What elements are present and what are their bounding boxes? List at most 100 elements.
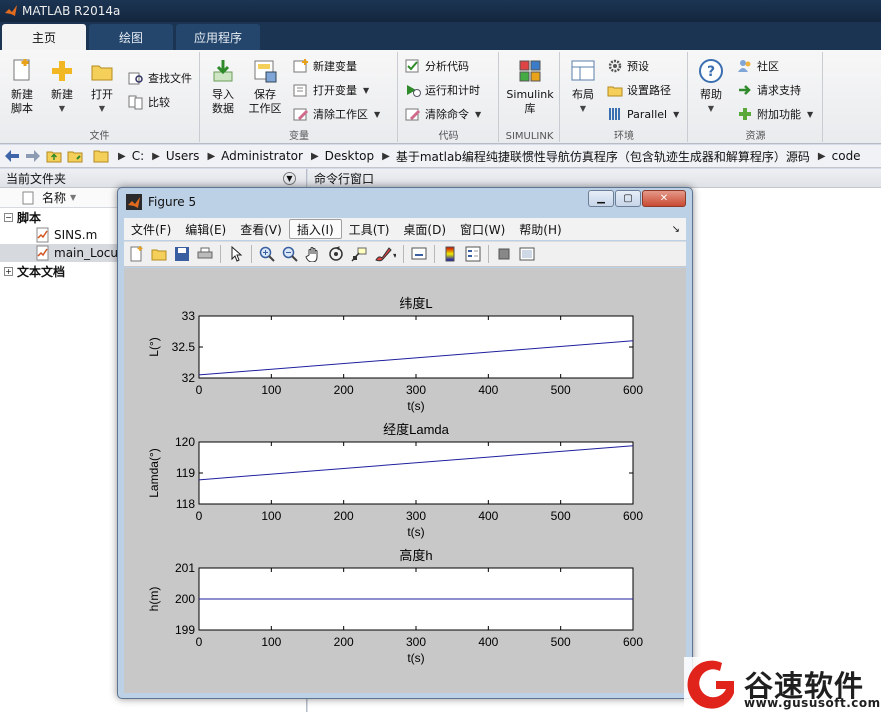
brush-button[interactable]: ▾ [374, 246, 396, 262]
breadcrumb-users[interactable]: Users [166, 149, 200, 163]
collapse-icon[interactable]: − [4, 212, 13, 222]
help-label: 帮助 [700, 88, 722, 101]
subplot-title: 高度h [399, 548, 432, 563]
hide-tools-icon [498, 248, 510, 260]
breadcrumb-code[interactable]: code [832, 149, 861, 163]
legend-button[interactable] [465, 246, 481, 262]
x-tick-label: 300 [406, 509, 426, 523]
preferences-button[interactable]: 预设 [607, 56, 649, 76]
y-tick-label: 201 [175, 561, 195, 575]
menu-desktop[interactable]: 桌面(D) [396, 219, 453, 239]
add-ons-button[interactable]: 附加功能 ▼ [737, 104, 813, 124]
x-tick-label: 400 [478, 383, 498, 397]
up-folder-button[interactable] [45, 147, 63, 165]
y-axis-label: h(m) [147, 587, 161, 612]
new-figure-button[interactable] [128, 246, 144, 262]
menu-help[interactable]: 帮助(H) [512, 219, 568, 239]
hide-plot-tools-button[interactable] [496, 246, 512, 262]
panel-options-icon[interactable]: ▼ [283, 172, 296, 185]
new-script-button[interactable]: 新建 脚本 [4, 58, 40, 116]
menu-tools[interactable]: 工具(T) [342, 219, 397, 239]
menu-file[interactable]: 文件(F) [124, 219, 178, 239]
menu-view[interactable]: 查看(V) [233, 219, 289, 239]
zoom-in-button[interactable] [259, 246, 275, 262]
analyze-code-button[interactable]: 分析代码 [405, 56, 469, 76]
breadcrumb-project[interactable]: 基于matlab编程纯捷联惯性导航仿真程序（包含轨迹生成器和解算程序）源码 [396, 148, 810, 165]
close-button[interactable]: ✕ [642, 190, 686, 207]
toolbar-separator [220, 245, 221, 263]
layout-button[interactable]: 布局 ▼ [565, 58, 601, 116]
m-file-icon [36, 245, 49, 261]
open-file-button[interactable] [151, 246, 167, 262]
open-variable-label: 打开变量 [313, 84, 357, 97]
compare-label: 比较 [148, 96, 170, 109]
app-titlebar: MATLAB R2014a [0, 0, 881, 22]
browse-folder-button[interactable] [66, 147, 84, 165]
x-tick-label: 0 [196, 509, 203, 523]
figure-titlebar[interactable]: Figure 5 ▁ ▢ ✕ [118, 188, 692, 216]
new-variable-icon [293, 59, 308, 73]
forward-button[interactable] [24, 147, 42, 165]
colorbar-icon [445, 246, 455, 262]
save-workspace-button[interactable]: 保存 工作区 [245, 58, 285, 116]
find-files-button[interactable]: 查找文件 [128, 68, 192, 88]
chevron-down-icon: ▼ [363, 85, 370, 95]
simulink-library-button[interactable]: Simulink 库 [504, 58, 556, 116]
link-plot-button[interactable] [411, 246, 427, 262]
pan-button[interactable] [305, 246, 321, 262]
save-workspace-icon [254, 60, 277, 83]
edit-plot-button[interactable] [228, 246, 244, 262]
breadcrumb-administrator[interactable]: Administrator [221, 149, 303, 163]
run-and-time-button[interactable]: 运行和计时 [405, 80, 480, 100]
rotate-button[interactable] [328, 246, 344, 262]
new-variable-label: 新建变量 [313, 60, 357, 73]
simulink-group: Simulink 库 SIMULINK [500, 52, 560, 142]
clear-workspace-button[interactable]: 清除工作区 ▼ [293, 104, 380, 124]
tab-home[interactable]: 主页 [2, 24, 86, 50]
menu-window[interactable]: 窗口(W) [453, 219, 512, 239]
open-button[interactable]: 打开 ▼ [84, 58, 120, 116]
menu-insert[interactable]: 插入(I) [288, 219, 342, 239]
colorbar-button[interactable] [442, 246, 458, 262]
new-variable-button[interactable]: 新建变量 [293, 56, 357, 76]
chevron-right-icon: ▶ [310, 150, 319, 162]
breadcrumb-c[interactable]: C: [132, 149, 144, 163]
tab-plots[interactable]: 绘图 [89, 24, 173, 50]
import-icon [213, 60, 233, 82]
x-tick-label: 400 [478, 509, 498, 523]
new-button[interactable]: 新建 ▼ [44, 58, 80, 116]
help-button[interactable]: ? 帮助 ▼ [693, 58, 729, 116]
data-cursor-button[interactable] [351, 246, 367, 262]
open-variable-button[interactable]: 打开变量 ▼ [293, 80, 369, 100]
show-plot-tools-button[interactable] [519, 246, 535, 262]
dock-icon[interactable]: ↘ [672, 224, 680, 235]
new-file-icon [130, 246, 143, 262]
set-path-button[interactable]: 设置路径 [607, 80, 671, 100]
parallel-button[interactable]: Parallel ▼ [607, 104, 679, 124]
menu-edit[interactable]: 编辑(E) [178, 219, 233, 239]
community-button[interactable]: 社区 [737, 56, 779, 76]
compare-button[interactable]: 比较 [128, 92, 170, 112]
maximize-button[interactable]: ▢ [615, 190, 641, 207]
figure-window: Figure 5 ▁ ▢ ✕ 文件(F) 编辑(E) 查看(V) 插入(I) 工… [117, 187, 693, 699]
subplot-area[interactable]: 纬度L 0 100 200 300 400 500 600 32 32.5 33 t(s) L(°) 经度… [124, 268, 686, 693]
save-figure-button[interactable] [174, 246, 190, 262]
folder-root-button[interactable] [92, 147, 110, 165]
file-icon [22, 191, 34, 204]
minimize-button[interactable]: ▁ [588, 190, 614, 207]
tab-apps[interactable]: 应用程序 [176, 24, 260, 50]
request-support-button[interactable]: 请求支持 [737, 80, 801, 100]
print-button[interactable] [197, 246, 213, 262]
x-tick-label: 200 [334, 509, 354, 523]
figure-canvas[interactable]: 纬度L 0 100 200 300 400 500 600 32 32.5 33 t(s) L(°) 经度… [124, 268, 686, 693]
analyze-code-icon [405, 59, 419, 73]
import-data-button[interactable]: 导入 数据 [205, 58, 241, 116]
expand-icon[interactable]: + [4, 266, 13, 276]
breadcrumb-desktop[interactable]: Desktop [325, 149, 375, 163]
zoom-out-button[interactable] [282, 246, 298, 262]
chevron-down-icon: ▼ [98, 104, 106, 113]
back-button[interactable] [3, 147, 21, 165]
clear-commands-button[interactable]: 清除命令 ▼ [405, 104, 481, 124]
x-tick-label: 300 [406, 635, 426, 649]
new-script-label: 新建 脚本 [11, 88, 33, 115]
